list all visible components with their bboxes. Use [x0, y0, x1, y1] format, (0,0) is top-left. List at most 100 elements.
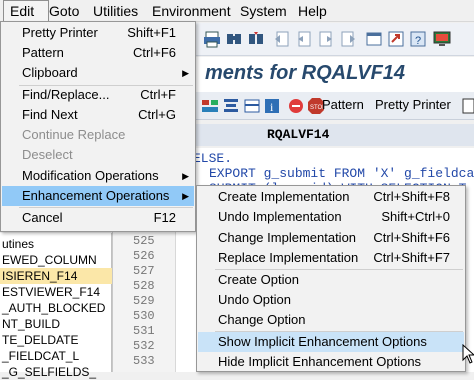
line-number: 525	[133, 234, 155, 248]
edit-menu: Pretty Printer Shift+F1 Pattern Ctrl+F6 …	[0, 21, 196, 232]
menu-item-change-option[interactable]: Change Option	[198, 310, 464, 330]
menu-item-pattern[interactable]: Pattern Ctrl+F6	[2, 43, 194, 63]
submenu-arrow-icon: ▶	[182, 68, 189, 78]
menu-goto[interactable]: Goto	[49, 0, 79, 22]
line-number: 533	[133, 354, 155, 368]
menu-item-replace-implementation[interactable]: Replace Implementation Ctrl+Shift+F7	[198, 248, 464, 268]
next-page-icon[interactable]	[317, 30, 335, 48]
tree-item[interactable]: _AUTH_BLOCKED	[0, 300, 112, 316]
menu-item-change-implementation[interactable]: Change Implementation Ctrl+Shift+F6	[198, 228, 464, 248]
menu-item-undo-implementation[interactable]: Undo Implementation Shift+Ctrl+0	[198, 207, 464, 227]
menu-edit[interactable]: Edit	[3, 0, 49, 23]
tree-item[interactable]: NT_BUILD	[0, 316, 112, 332]
tree-item[interactable]: TE_DELDATE	[0, 332, 112, 348]
code-line: ELSE.	[193, 151, 233, 166]
find-icon[interactable]	[225, 30, 243, 48]
menu-item-label: Find Next	[22, 107, 78, 122]
menu-item-clipboard[interactable]: Clipboard ▶	[2, 63, 194, 83]
menu-item-shortcut: Ctrl+Shift+F7	[373, 250, 450, 265]
menu-item-shortcut: Ctrl+G	[138, 107, 176, 122]
menu-system[interactable]: System	[240, 0, 287, 22]
menu-item-modification-operations[interactable]: Modification Operations ▶	[2, 166, 194, 186]
editor-toolbar: i STOP Pattern Pretty Printer	[195, 92, 474, 120]
menu-item-label: Undo Implementation	[218, 209, 342, 224]
tree-item[interactable]: EWED_COLUMN	[0, 252, 112, 268]
enhancement-operations-submenu: Create Implementation Ctrl+Shift+F8 Undo…	[196, 185, 466, 372]
mouse-pointer-icon	[462, 344, 474, 364]
pattern-button[interactable]: Pattern	[322, 97, 364, 112]
menu-item-deselect: Deselect	[2, 145, 194, 165]
menu-item-continue-replace: Continue Replace	[2, 125, 194, 145]
menu-item-label: Modification Operations	[22, 168, 159, 183]
menu-item-shortcut: Shift+Ctrl+0	[381, 209, 450, 224]
display-object-list-icon[interactable]	[201, 97, 219, 115]
menu-item-label: Undo Option	[218, 292, 291, 307]
customize-layout-icon[interactable]	[433, 30, 451, 48]
menu-item-label: Show Implicit Enhancement Options	[218, 334, 427, 349]
tree-item[interactable]: _G_SELFIELDS_	[0, 364, 112, 380]
menu-item-create-option[interactable]: Create Option	[198, 270, 464, 290]
submenu-arrow-icon: ▶	[182, 171, 189, 181]
info-icon[interactable]: i	[263, 97, 281, 115]
program-name: RQALVF14	[267, 127, 330, 142]
menu-item-enhancement-operations[interactable]: Enhancement Operations ▶	[2, 186, 194, 206]
tree-item-selected[interactable]: ISIEREN_F14	[0, 268, 112, 284]
submenu-arrow-icon: ▶	[182, 191, 189, 201]
menu-item-label: Pretty Printer	[22, 25, 98, 40]
help-icon[interactable]: ?	[409, 30, 427, 48]
menu-item-shortcut: Ctrl+Shift+F8	[373, 189, 450, 204]
menu-item-pretty-printer[interactable]: Pretty Printer Shift+F1	[2, 23, 194, 43]
find-next-icon[interactable]	[247, 30, 265, 48]
enhancement-icon[interactable]	[287, 97, 305, 115]
shortcut-icon[interactable]	[387, 30, 405, 48]
line-number: 528	[133, 279, 155, 293]
menu-item-find-replace[interactable]: Find/Replace... Ctrl+F	[2, 85, 194, 105]
tree-folder-header[interactable]: utines	[0, 236, 112, 252]
menu-item-label: Continue Replace	[22, 127, 126, 142]
line-number: 526	[133, 249, 155, 263]
line-number: 530	[133, 309, 155, 323]
pretty-printer-button[interactable]: Pretty Printer	[375, 97, 451, 112]
menu-item-undo-option[interactable]: Undo Option	[198, 290, 464, 310]
program-header: RQALVF14	[195, 124, 474, 146]
menu-utilities[interactable]: Utilities	[93, 0, 138, 22]
menu-item-label: Change Implementation	[218, 230, 357, 245]
new-session-icon[interactable]	[365, 30, 383, 48]
menu-item-cancel[interactable]: Cancel F12	[2, 208, 194, 228]
object-tree: utines EWED_COLUMN ISIEREN_F14 ESTVIEWER…	[0, 233, 112, 379]
menu-item-label: Change Option	[218, 312, 306, 327]
menu-item-create-implementation[interactable]: Create Implementation Ctrl+Shift+F8	[198, 187, 464, 207]
menu-item-label: Replace Implementation	[218, 250, 359, 265]
last-page-icon[interactable]	[339, 30, 357, 48]
menu-item-label: Hide Implicit Enhancement Options	[218, 354, 422, 369]
hierarchy-icon[interactable]	[222, 97, 240, 115]
menu-item-label: Deselect	[22, 147, 73, 162]
menu-item-label: Find/Replace...	[22, 87, 110, 102]
menu-item-label: Clipboard	[22, 65, 78, 80]
print-icon[interactable]	[203, 30, 221, 48]
menu-help[interactable]: Help	[298, 0, 327, 22]
previous-page-icon[interactable]	[295, 30, 313, 48]
menu-item-hide-implicit-enhancement-options[interactable]: Hide Implicit Enhancement Options	[198, 352, 464, 372]
first-page-icon[interactable]	[273, 30, 291, 48]
menu-item-label: Create Option	[218, 272, 299, 287]
line-number: 527	[133, 264, 155, 278]
menu-item-find-next[interactable]: Find Next Ctrl+G	[2, 105, 194, 125]
menu-item-label: Cancel	[22, 210, 63, 225]
tree-item[interactable]: _FIELDCAT_L	[0, 348, 112, 364]
menu-item-shortcut: F12	[153, 210, 176, 225]
menu-item-show-implicit-enhancement-options[interactable]: Show Implicit Enhancement Options	[198, 332, 464, 352]
menu-item-shortcut: Ctrl+F6	[133, 45, 176, 60]
menu-item-label: Create Implementation	[218, 189, 350, 204]
menu-bar: Edit Goto Utilities Environment System H…	[0, 0, 474, 23]
menu-item-shortcut: Shift+F1	[127, 25, 176, 40]
document-icon[interactable]	[459, 97, 474, 115]
tree-item[interactable]: ESTVIEWER_F14	[0, 284, 112, 300]
menu-environment[interactable]: Environment	[152, 0, 231, 22]
menu-item-shortcut: Ctrl+Shift+F6	[373, 230, 450, 245]
structure-icon[interactable]	[243, 97, 261, 115]
svg-text:?: ?	[415, 35, 421, 47]
menu-item-shortcut: Ctrl+F	[140, 87, 176, 102]
code-line: EXPORT g_submit FROM 'X' g_fieldcat_	[209, 166, 474, 181]
application-toolbar: ?	[195, 23, 474, 56]
